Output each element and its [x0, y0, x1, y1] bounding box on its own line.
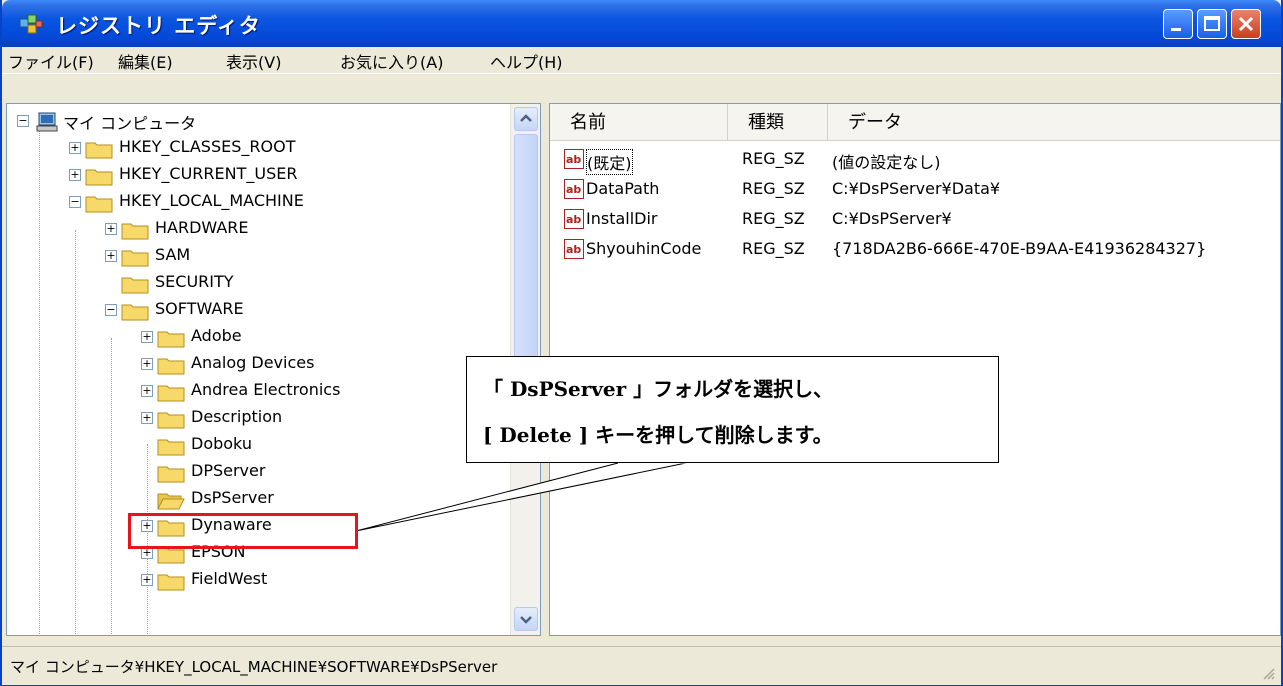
callout-line-1: 「 DsPServer 」フォルダを選択し、 [483, 377, 834, 401]
callout-line-2: [ Delete ] キーを押して削除します。 [483, 423, 833, 447]
instruction-callout: 「 DsPServer 」フォルダを選択し、 [ Delete ] キーを押して… [466, 356, 999, 463]
selection-highlight-box [128, 513, 358, 549]
callout-pointer [355, 460, 687, 532]
